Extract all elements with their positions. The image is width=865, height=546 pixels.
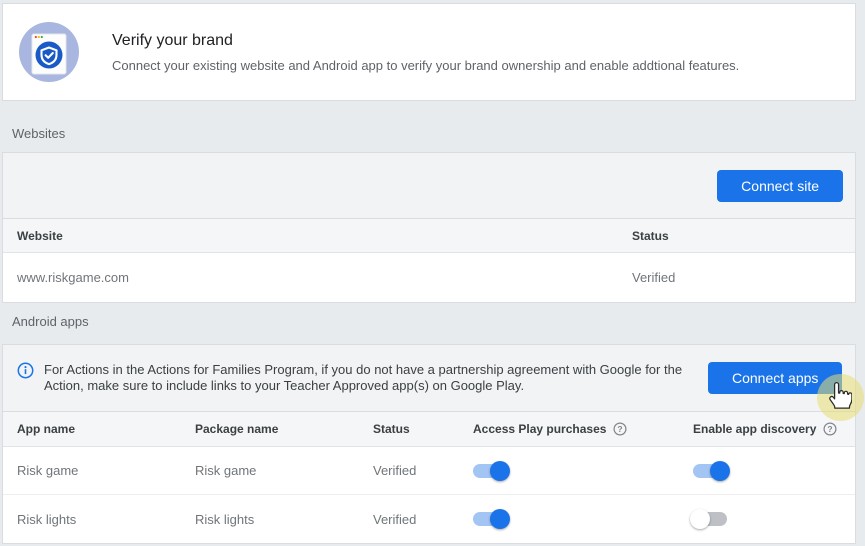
families-program-notice: For Actions in the Actions for Families …: [3, 345, 855, 412]
website-cell: www.riskgame.com: [17, 270, 632, 285]
app-name-cell: Risk lights: [17, 512, 195, 527]
column-header-status: Status: [373, 422, 473, 436]
app-status-cell: Verified: [373, 512, 473, 527]
page-title: Verify your brand: [112, 32, 739, 50]
access-play-purchases-toggle[interactable]: [473, 464, 507, 478]
help-icon[interactable]: ?: [613, 422, 627, 436]
page-description: Connect your existing website and Androi…: [112, 58, 739, 73]
apps-table-header: App name Package name Status Access Play…: [3, 412, 855, 447]
help-icon[interactable]: ?: [823, 422, 837, 436]
access-play-purchases-toggle-cell: [473, 464, 693, 478]
apps-table-body: Risk gameRisk gameVerifiedRisk lightsRis…: [3, 447, 855, 543]
families-program-notice-text: For Actions in the Actions for Families …: [44, 362, 692, 394]
websites-section-header: Websites: [2, 101, 856, 152]
websites-table-body: www.riskgame.comVerified: [3, 253, 855, 302]
column-header-app-name: App name: [17, 422, 195, 436]
access-play-purchases-toggle-cell: [473, 512, 693, 526]
website-status-cell: Verified: [632, 270, 855, 285]
websites-table-header: Website Status: [3, 219, 855, 253]
svg-text:?: ?: [618, 424, 623, 434]
package-name-cell: Risk game: [195, 463, 373, 478]
column-header-enable-app-discovery: Enable app discovery ?: [693, 422, 855, 436]
brand-header-card: Verify your brand Connect your existing …: [2, 3, 856, 101]
column-header-access-play-purchases: Access Play purchases ?: [473, 422, 693, 436]
websites-card: Connect site Website Status www.riskgame…: [2, 152, 856, 303]
enable-app-discovery-toggle-cell: [693, 512, 855, 526]
access-play-purchases-toggle-knob: [490, 461, 510, 481]
android-apps-card: For Actions in the Actions for Families …: [2, 344, 856, 544]
column-header-website: Website: [17, 229, 632, 243]
access-play-purchases-toggle-knob: [490, 509, 510, 529]
app-table-row: Risk lightsRisk lightsVerified: [3, 495, 855, 543]
enable-app-discovery-toggle-knob: [710, 461, 730, 481]
svg-text:?: ?: [828, 424, 833, 434]
access-play-purchases-toggle[interactable]: [473, 512, 507, 526]
websites-toolbar: Connect site: [3, 153, 855, 219]
android-apps-section-label: Android apps: [12, 314, 856, 329]
app-status-cell: Verified: [373, 463, 473, 478]
enable-app-discovery-toggle-cell: [693, 464, 855, 478]
websites-section-label: Websites: [12, 126, 856, 141]
brand-verification-badge-icon: [19, 22, 79, 82]
android-apps-section-header: Android apps: [2, 303, 856, 344]
connect-site-button[interactable]: Connect site: [717, 170, 843, 202]
header-text: Verify your brand Connect your existing …: [112, 32, 739, 73]
app-table-row: Risk gameRisk gameVerified: [3, 447, 855, 495]
enable-app-discovery-toggle[interactable]: [693, 464, 727, 478]
info-icon: [17, 362, 34, 379]
verify-brand-page: Verify your brand Connect your existing …: [0, 0, 865, 546]
website-table-row: www.riskgame.comVerified: [3, 253, 855, 302]
enable-app-discovery-toggle-knob: [690, 509, 710, 529]
column-header-status: Status: [632, 229, 855, 243]
enable-app-discovery-toggle[interactable]: [693, 512, 727, 526]
app-name-cell: Risk game: [17, 463, 195, 478]
column-header-enable-app-discovery-label: Enable app discovery: [693, 422, 816, 436]
column-header-package-name: Package name: [195, 422, 373, 436]
package-name-cell: Risk lights: [195, 512, 373, 527]
column-header-access-play-purchases-label: Access Play purchases: [473, 422, 606, 436]
connect-apps-button[interactable]: Connect apps: [708, 362, 842, 394]
